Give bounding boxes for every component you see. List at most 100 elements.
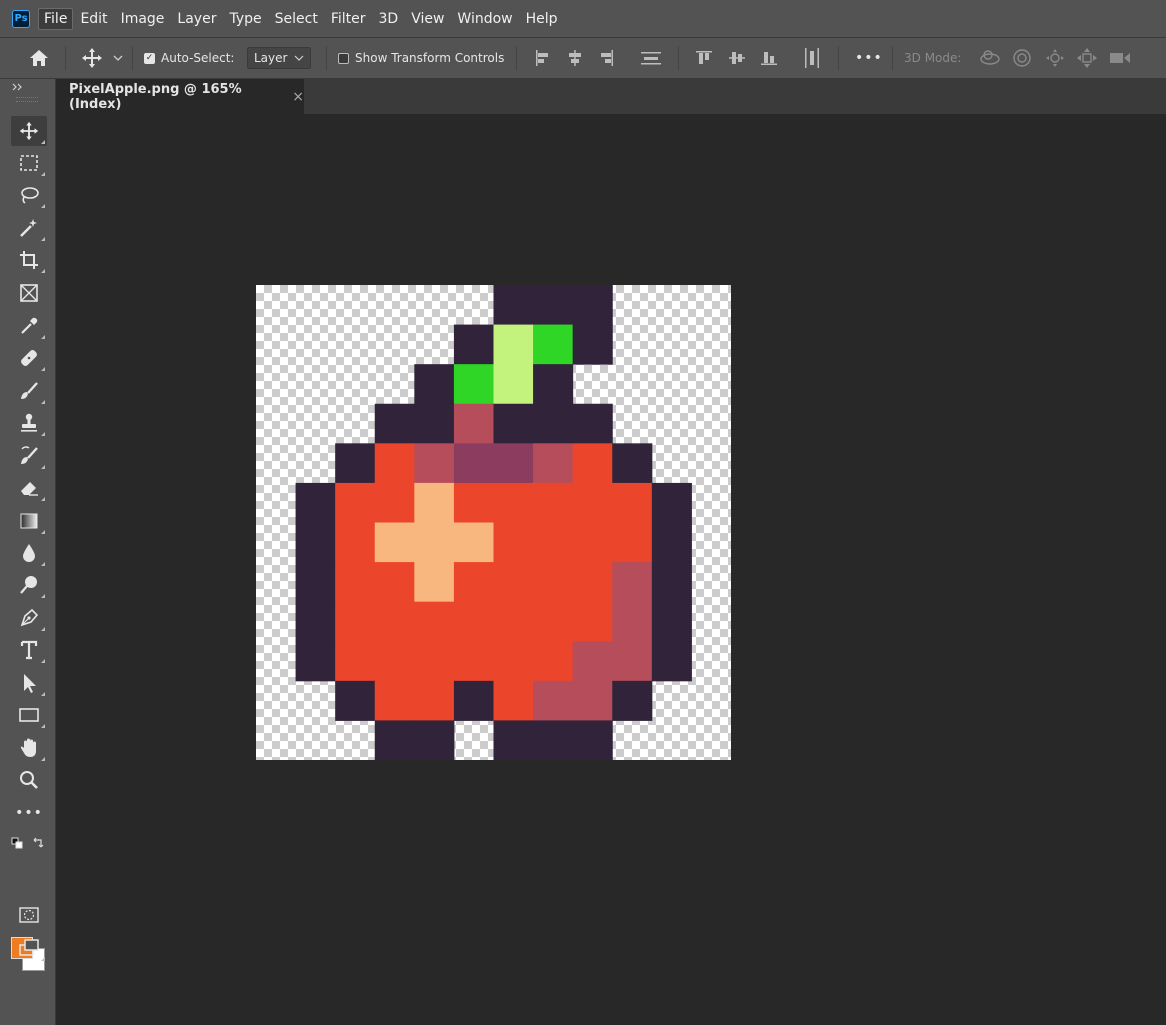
pixel xyxy=(414,680,455,721)
menu-select[interactable]: Select xyxy=(269,8,324,30)
stamp-icon xyxy=(21,413,37,432)
panel-grip[interactable] xyxy=(16,97,38,102)
eraser-icon xyxy=(21,482,38,496)
menu-help[interactable]: Help xyxy=(520,8,564,30)
separator xyxy=(678,46,679,70)
menu-file[interactable]: File xyxy=(38,7,74,30)
crop-tool[interactable] xyxy=(11,245,47,275)
align-middle-icon xyxy=(729,52,745,64)
menu-edit[interactable]: Edit xyxy=(74,8,113,30)
show-transform-controls-checkbox[interactable]: Show Transform Controls xyxy=(338,38,504,78)
dodge-tool[interactable] xyxy=(11,570,47,600)
home-button[interactable] xyxy=(28,38,50,78)
magic-wand-tool[interactable] xyxy=(11,213,47,243)
eyedropper-tool[interactable] xyxy=(11,311,47,341)
align-right-icon xyxy=(601,50,613,66)
align-right-edges-button[interactable] xyxy=(598,38,616,78)
history-brush-icon xyxy=(21,446,38,464)
pixel xyxy=(453,522,494,563)
pixel xyxy=(493,324,534,365)
blur-tool[interactable] xyxy=(11,538,47,568)
align-horizontal-centers-button[interactable] xyxy=(566,38,584,78)
brush-icon xyxy=(21,382,38,399)
hand-tool[interactable] xyxy=(11,733,47,763)
pixel xyxy=(295,601,336,642)
align-left-edges-button[interactable] xyxy=(533,38,551,78)
pixel xyxy=(493,364,534,405)
edit-toolbar-label: ••• xyxy=(15,805,43,821)
distribute-vertical-button[interactable] xyxy=(640,38,662,78)
pixel xyxy=(533,285,574,326)
bandage-icon xyxy=(21,350,37,366)
type-tool[interactable] xyxy=(11,635,47,665)
video-camera-icon xyxy=(1110,53,1130,63)
align-top-edges-button[interactable] xyxy=(695,38,713,78)
pen-tool[interactable] xyxy=(11,603,47,633)
default-colors-icon[interactable] xyxy=(11,837,23,849)
image-canvas[interactable] xyxy=(256,285,731,760)
history-brush-tool[interactable] xyxy=(11,441,47,471)
quick-mask-button[interactable] xyxy=(11,900,47,930)
distribute-horizontal-button[interactable] xyxy=(803,38,821,78)
edit-toolbar-button[interactable]: ••• xyxy=(11,798,47,828)
pixel xyxy=(533,641,574,682)
zoom-tool[interactable] xyxy=(11,765,47,795)
spot-healing-brush-tool[interactable] xyxy=(11,343,47,373)
3d-slide-button[interactable] xyxy=(1076,38,1098,78)
gradient-tool[interactable] xyxy=(11,506,47,536)
document-tab[interactable]: PixelApple.png @ 165% (Index) × xyxy=(56,79,304,114)
tools-panel: ••• xyxy=(0,79,56,1025)
pixel xyxy=(335,601,376,642)
menu-window[interactable]: Window xyxy=(451,8,518,30)
rectangle-tool[interactable] xyxy=(11,700,47,730)
move-icon xyxy=(19,121,39,141)
align-bottom-icon xyxy=(761,52,777,65)
align-vertical-centers-button[interactable] xyxy=(728,38,746,78)
frame-tool[interactable] xyxy=(11,278,47,308)
pixel xyxy=(493,601,534,642)
pixel xyxy=(295,641,336,682)
menu-image[interactable]: Image xyxy=(115,8,171,30)
pixel xyxy=(414,601,455,642)
screen-mode-button[interactable] xyxy=(11,933,47,963)
photoshop-logo-icon: Ps xyxy=(12,9,30,28)
menu-view[interactable]: View xyxy=(405,8,450,30)
brush-tool[interactable] xyxy=(11,376,47,406)
collapse-panel-icon[interactable] xyxy=(12,83,24,91)
pixel xyxy=(533,562,574,603)
menu-layer[interactable]: Layer xyxy=(171,8,222,30)
align-bottom-edges-button[interactable] xyxy=(760,38,778,78)
quick-mask-icon xyxy=(19,907,39,923)
pixel xyxy=(612,601,653,642)
move-tool-preset-button[interactable] xyxy=(80,38,124,78)
menu-type[interactable]: Type xyxy=(223,8,267,30)
menu-3d[interactable]: 3D xyxy=(373,8,405,30)
auto-select-checkbox[interactable]: ✓ Auto-Select: xyxy=(144,38,234,78)
more-options-button[interactable]: ••• xyxy=(855,38,883,78)
3d-orbit-button[interactable] xyxy=(978,38,1002,78)
3d-pan-button[interactable] xyxy=(1044,38,1066,78)
rectangular-marquee-tool[interactable] xyxy=(11,148,47,178)
eraser-tool[interactable] xyxy=(11,473,47,503)
swap-colors-icon[interactable] xyxy=(32,836,45,849)
pixel xyxy=(612,641,653,682)
pixel xyxy=(374,443,415,484)
3d-camera-button[interactable] xyxy=(1108,38,1132,78)
auto-select-target-dropdown[interactable]: Layer xyxy=(247,47,311,69)
separator xyxy=(65,46,66,70)
3d-mode-label: 3D Mode: xyxy=(904,51,962,65)
clone-stamp-tool[interactable] xyxy=(11,408,47,438)
move-tool[interactable] xyxy=(11,116,47,146)
3d-roll-button[interactable] xyxy=(1011,38,1033,78)
path-selection-tool[interactable] xyxy=(11,668,47,698)
pixel xyxy=(533,364,574,405)
pixel xyxy=(335,443,376,484)
pixel xyxy=(453,562,494,603)
pen-icon xyxy=(20,608,39,627)
close-icon[interactable]: × xyxy=(292,89,304,105)
auto-select-target-value: Layer xyxy=(254,51,288,65)
crop-icon xyxy=(20,251,38,269)
menu-filter[interactable]: Filter xyxy=(325,8,372,30)
lasso-tool[interactable] xyxy=(11,180,47,210)
pixel xyxy=(374,562,415,603)
